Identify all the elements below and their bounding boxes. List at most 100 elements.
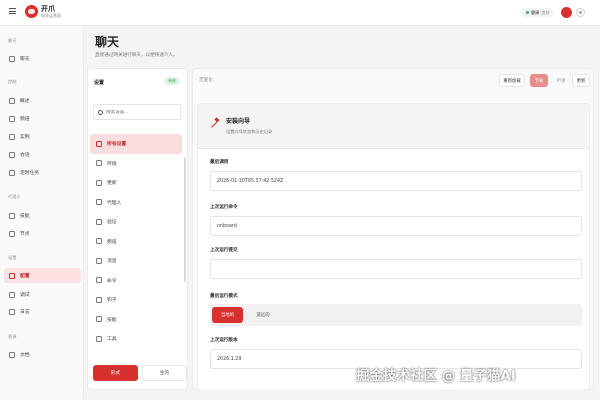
sidebar-item-nodes[interactable]: 节点	[4, 226, 81, 241]
sidebar-item-overview[interactable]: 概述	[4, 93, 81, 108]
sidebar-item-label: 频道	[20, 117, 30, 122]
wizard-title: 安装向导	[226, 118, 251, 125]
nav-section-label: 设置	[8, 255, 17, 260]
sidebar-item-chat[interactable]: 聊天	[4, 51, 81, 66]
form-mode-button[interactable]: 形式	[93, 365, 138, 381]
wrench-icon	[96, 335, 102, 342]
mail-icon	[96, 257, 102, 264]
sidebar-item-logs[interactable]: 日志	[4, 304, 81, 319]
run-mode-segmented: 当地的 遥远的	[210, 304, 582, 326]
brand-subtitle: 网关运营面	[41, 13, 61, 18]
search-input[interactable]	[106, 109, 176, 115]
last-touched-field[interactable]: 2026-01-30T05:37:42.524Z	[210, 171, 582, 191]
gear-icon	[9, 272, 15, 279]
top-bar: 开爪 网关运营面 健康 良好	[0, 0, 600, 26]
field-label: 最后运行模式	[210, 294, 238, 299]
category-hooks[interactable]: 钩子	[90, 290, 182, 310]
sidebar-item-cron[interactable]: 定时任务	[4, 165, 81, 180]
terminal-icon	[96, 277, 102, 284]
wizard-card: 安装向导 设置向导状态和历史记录 最后调用 2026-01-30T05:37:4…	[197, 103, 590, 391]
watermark: 掘金技术社区 @ 量子猫AI	[356, 368, 516, 384]
last-run-commit-field[interactable]	[210, 259, 582, 279]
health-label: 健康	[531, 9, 540, 15]
health-value: 良好	[541, 9, 550, 15]
category-label: 代理人	[107, 200, 122, 206]
health-status: 健康 良好	[522, 8, 554, 17]
sidebar-item-config[interactable]: 配置	[4, 268, 81, 283]
category-label: 命令	[107, 278, 117, 284]
mode-option-local[interactable]: 当地的	[212, 307, 243, 323]
status-badge: 有效	[164, 77, 180, 85]
category-label: 消息	[107, 259, 117, 265]
bolt-icon	[9, 212, 15, 219]
category-skills[interactable]: 技能	[90, 310, 182, 330]
chat-icon	[96, 238, 102, 245]
category-list: 所有设置 环境 更新 代理人 验证 频道 消息 命令 钩子 技能 工具	[90, 134, 182, 349]
radio-icon	[9, 133, 15, 140]
nav-section-label: 聊天	[8, 38, 17, 43]
menu-icon[interactable]	[9, 8, 16, 14]
nav-section-label: 代理人	[8, 194, 21, 199]
wizard-subtitle: 设置向导状态和历史记录	[226, 129, 273, 134]
update-button[interactable]: 更新	[572, 74, 590, 87]
bug-icon	[9, 291, 15, 298]
sidebar-item-label: 调试	[20, 293, 30, 298]
save-button[interactable]: 节省	[530, 74, 548, 87]
change-status: 无变化	[199, 78, 213, 83]
sidebar-item-instances[interactable]: 实例	[4, 129, 81, 144]
sidebar-item-label: 节点	[20, 232, 30, 237]
settings-panel: 设置 有效 所有设置 环境 更新 代理人 验证 频道 消息 命令 钩子 技能 工…	[87, 68, 188, 390]
page-title: 聊天	[95, 35, 120, 49]
category-label: 频道	[107, 239, 117, 245]
link-icon	[96, 296, 102, 303]
category-label: 钩子	[107, 298, 117, 304]
sidebar-item-channels[interactable]: 频道	[4, 111, 81, 126]
category-label: 技能	[107, 317, 117, 323]
settings-title: 设置	[94, 80, 105, 86]
mode-option-remote[interactable]: 遥远的	[248, 307, 278, 323]
sidebar-item-label: 定时任务	[20, 171, 40, 176]
chat-icon	[9, 55, 15, 62]
sidebar-item-label: 实例	[20, 135, 30, 140]
theme-toggle-icon[interactable]	[576, 8, 585, 17]
field-label: 上次运行命令	[210, 205, 238, 210]
sidebar-item-label: 会话	[20, 153, 30, 158]
category-label: 更新	[107, 181, 117, 187]
star-icon	[96, 316, 102, 323]
gear-icon	[96, 160, 102, 167]
category-messages[interactable]: 消息	[90, 251, 182, 271]
sidebar-item-debug[interactable]: 调试	[4, 287, 81, 302]
category-all[interactable]: 所有设置	[90, 134, 182, 154]
sidebar: 聊天 聊天 控制 概述 频道 实例 会话 定时任务 代理人 技能 节点 设置 配…	[0, 27, 84, 400]
sidebar-item-docs[interactable]: 文档	[4, 347, 81, 362]
field-label: 最后调用	[210, 160, 229, 165]
category-label: 验证	[107, 220, 117, 226]
scrollbar[interactable]	[184, 157, 186, 282]
download-icon	[96, 179, 102, 186]
category-commands[interactable]: 命令	[90, 271, 182, 291]
category-environment[interactable]: 环境	[90, 154, 182, 174]
category-channels[interactable]: 频道	[90, 232, 182, 252]
sidebar-item-label: 日志	[20, 310, 30, 315]
link-icon	[9, 115, 15, 122]
avatar[interactable]	[561, 7, 572, 18]
field-label: 上次运行提交	[210, 248, 238, 253]
category-label: 工具	[107, 337, 117, 343]
sidebar-item-label: 配置	[20, 274, 30, 279]
category-tools[interactable]: 工具	[90, 329, 182, 349]
category-agents[interactable]: 代理人	[90, 193, 182, 213]
last-run-command-field[interactable]: onboard	[210, 216, 582, 236]
key-icon	[96, 218, 102, 225]
category-label: 所有设置	[107, 142, 127, 148]
raw-mode-button[interactable]: 生的	[142, 365, 187, 381]
category-update[interactable]: 更新	[90, 173, 182, 193]
nav-section-label: 资源	[8, 334, 17, 339]
apply-button[interactable]: 申请	[552, 74, 570, 87]
sidebar-item-skills[interactable]: 技能	[4, 208, 81, 223]
category-auth[interactable]: 验证	[90, 212, 182, 232]
sidebar-item-sessions[interactable]: 会话	[4, 147, 81, 162]
status-dot-icon	[526, 11, 529, 14]
reload-button[interactable]: 重新加载	[499, 74, 525, 87]
clock-icon	[9, 169, 15, 176]
wizard-header: 安装向导 设置向导状态和历史记录	[198, 104, 589, 149]
